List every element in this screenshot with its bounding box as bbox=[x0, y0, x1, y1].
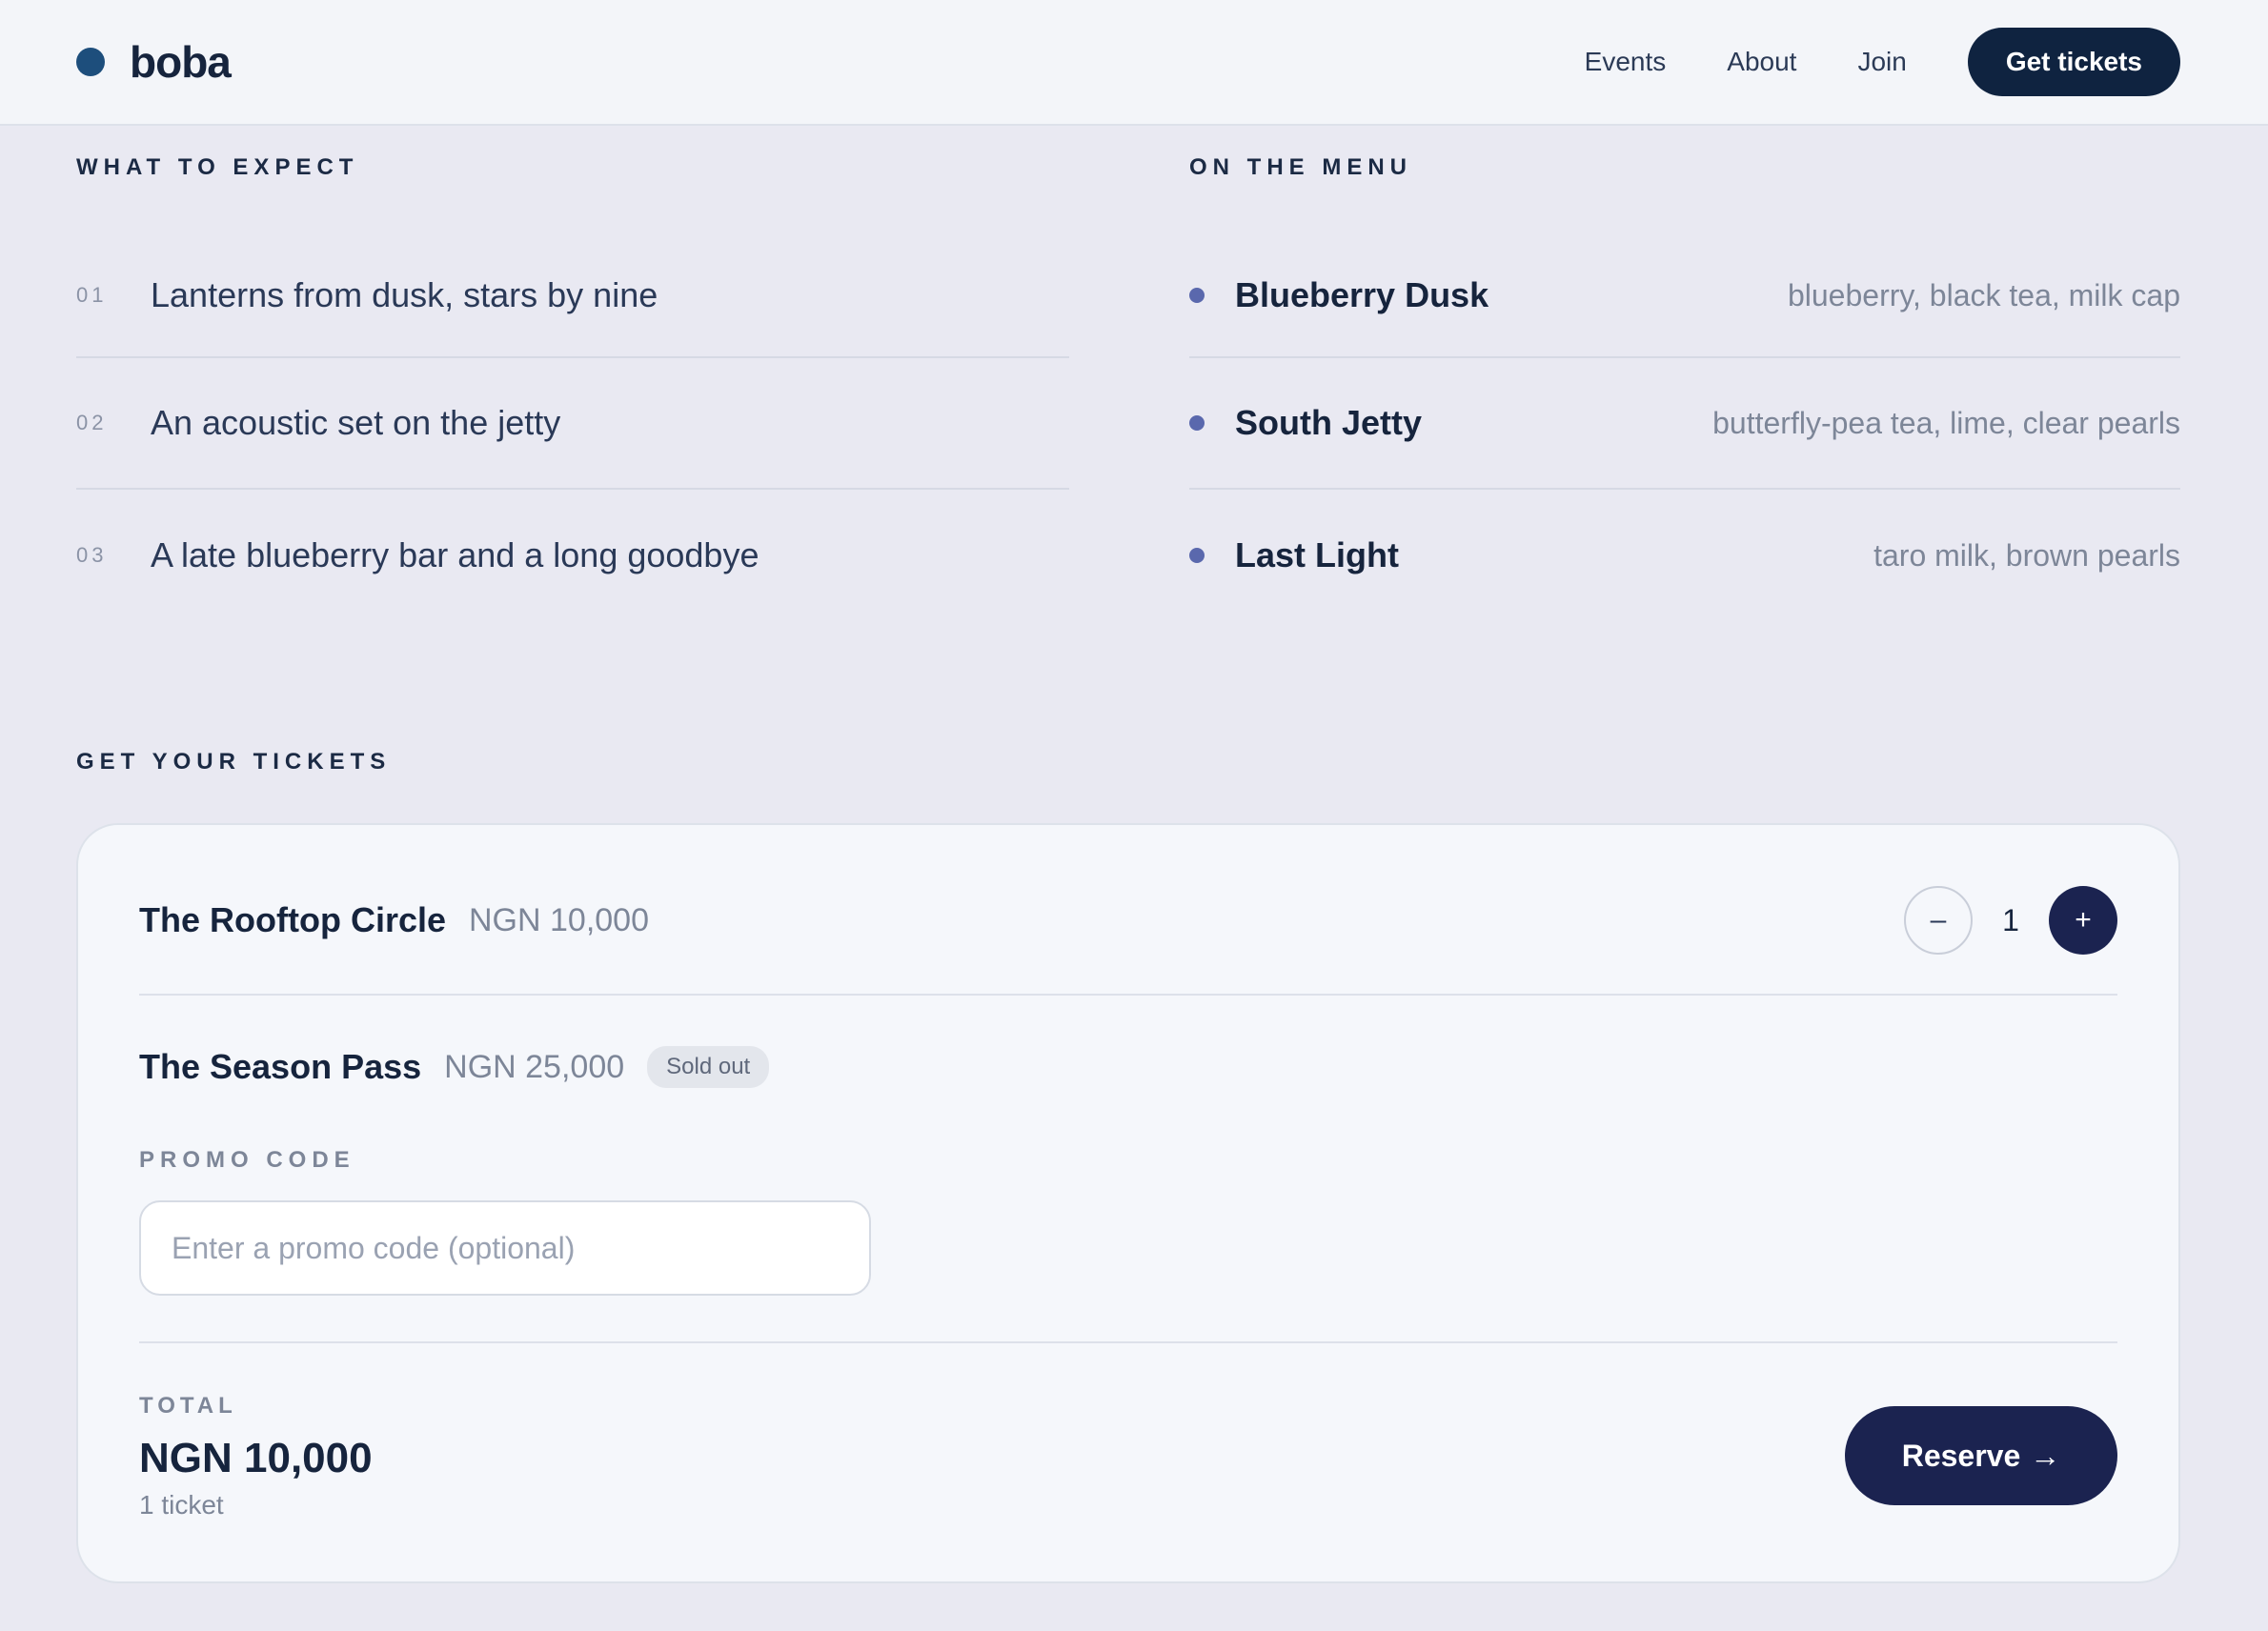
ticket-option-rooftop-circle: The Rooftop Circle NGN 10,000 – 1 + bbox=[139, 886, 2117, 955]
logo-dot-icon bbox=[76, 48, 105, 76]
menu-item-description: blueberry, black tea, milk cap bbox=[1787, 277, 2180, 312]
ticket-option-season-pass: The Season Pass NGN 25,000 Sold out bbox=[139, 1040, 2117, 1094]
ticket-name: The Rooftop Circle bbox=[139, 900, 446, 939]
expect-item-text: Lanterns from dusk, stars by nine bbox=[151, 275, 658, 314]
ticket-price: NGN 25,000 bbox=[444, 1048, 625, 1085]
menu-item: Last Light taro milk, brown pearls bbox=[1189, 490, 2180, 621]
reserve-button[interactable]: Reserve → bbox=[1845, 1406, 2117, 1505]
on-the-menu-heading: ON THE MENU bbox=[1189, 154, 1412, 180]
bullet-icon bbox=[1189, 288, 1205, 303]
sold-out-badge: Sold out bbox=[647, 1046, 770, 1088]
top-nav-bar: boba Events About Join Get tickets bbox=[0, 0, 2268, 126]
reserve-button-label: Reserve bbox=[1901, 1438, 2021, 1473]
decrease-quantity-button[interactable]: – bbox=[1904, 886, 1973, 955]
increase-quantity-button[interactable]: + bbox=[2049, 886, 2117, 955]
menu-item-description: taro milk, brown pearls bbox=[1873, 537, 2180, 573]
bullet-icon bbox=[1189, 548, 1205, 563]
arrow-right-icon: → bbox=[2030, 1438, 2061, 1473]
total-amount: NGN 10,000 bbox=[139, 1435, 373, 1481]
total-label: TOTAL bbox=[139, 1393, 237, 1419]
menu-list: Blueberry Dusk blueberry, black tea, mil… bbox=[1189, 234, 2180, 621]
ticket-name: The Season Pass bbox=[139, 1047, 422, 1086]
promo-code-input[interactable] bbox=[139, 1200, 871, 1296]
main-nav: Events About Join Get tickets bbox=[1585, 28, 2180, 96]
expect-list: 01 Lanterns from dusk, stars by nine 02 … bbox=[76, 234, 1069, 621]
quantity-value: 1 bbox=[2002, 902, 2019, 937]
expect-item-number: 03 bbox=[76, 543, 108, 567]
expect-item-text: An acoustic set on the jetty bbox=[151, 403, 561, 442]
menu-item-description: butterfly-pea tea, lime, clear pearls bbox=[1712, 405, 2180, 440]
nav-link-about[interactable]: About bbox=[1727, 47, 1796, 77]
nav-link-events[interactable]: Events bbox=[1585, 47, 1667, 77]
ticket-count: 1 ticket bbox=[139, 1490, 224, 1520]
expect-item: 03 A late blueberry bar and a long goodb… bbox=[76, 490, 1069, 621]
divider bbox=[139, 1341, 2117, 1343]
expect-item-text: A late blueberry bar and a long goodbye bbox=[151, 535, 759, 574]
expect-item: 01 Lanterns from dusk, stars by nine bbox=[76, 234, 1069, 358]
menu-item-name: South Jetty bbox=[1235, 403, 1423, 442]
bullet-icon bbox=[1189, 415, 1205, 431]
get-tickets-button[interactable]: Get tickets bbox=[1967, 28, 2180, 96]
menu-item-name: Blueberry Dusk bbox=[1235, 275, 1489, 314]
menu-item-name: Last Light bbox=[1235, 535, 1399, 574]
what-to-expect-heading: WHAT TO EXPECT bbox=[76, 154, 359, 180]
divider bbox=[139, 994, 2117, 996]
expect-item: 02 An acoustic set on the jetty bbox=[76, 358, 1069, 490]
logo[interactable]: boba bbox=[76, 36, 232, 88]
expect-item-number: 01 bbox=[76, 283, 108, 307]
nav-link-join[interactable]: Join bbox=[1857, 47, 1906, 77]
tickets-card: The Rooftop Circle NGN 10,000 – 1 + The … bbox=[76, 823, 2180, 1583]
expect-item-number: 02 bbox=[76, 411, 108, 434]
quantity-stepper: – 1 + bbox=[1904, 886, 2117, 955]
menu-item: South Jetty butterfly-pea tea, lime, cle… bbox=[1189, 358, 2180, 490]
promo-code-label: PROMO CODE bbox=[139, 1147, 355, 1173]
get-your-tickets-heading: GET YOUR TICKETS bbox=[76, 749, 392, 775]
brand-name: boba bbox=[130, 37, 232, 87]
ticket-price: NGN 10,000 bbox=[469, 901, 649, 938]
menu-item: Blueberry Dusk blueberry, black tea, mil… bbox=[1189, 234, 2180, 358]
